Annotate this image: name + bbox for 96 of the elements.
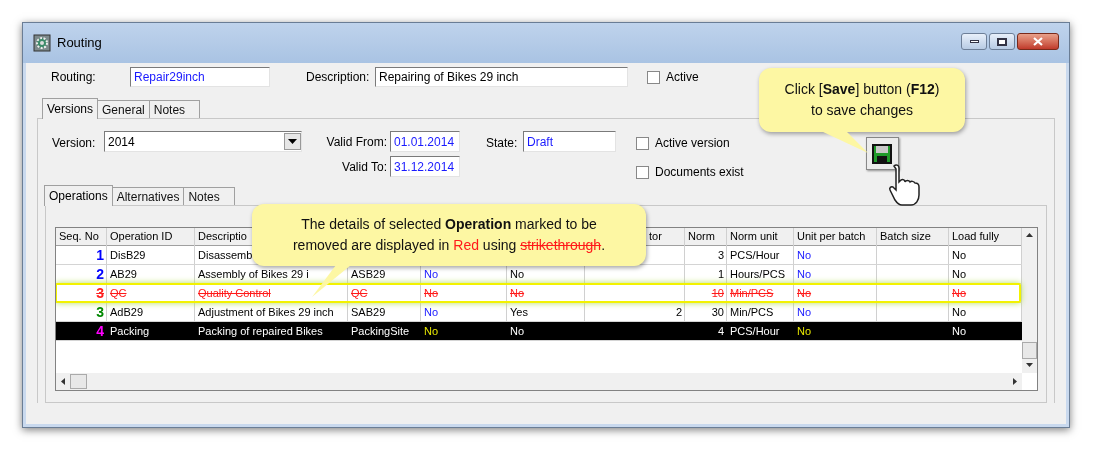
horizontal-scrollbar[interactable] xyxy=(56,373,1022,390)
table-cell-text: Packing xyxy=(110,323,150,339)
field-label: Description: xyxy=(306,69,371,86)
routing-field[interactable]: Repair29inch xyxy=(130,67,270,87)
table-cell-text: QC xyxy=(351,285,368,301)
window-title: Routing xyxy=(57,34,102,53)
selected-row[interactable]: 4 Packing Packing of repaired Bikes PackingSite No No 4 PCS/Hour No No xyxy=(56,322,1022,341)
table-cell-text: No xyxy=(797,266,812,282)
callout-text: The details of selected Operation marked to be removed are displayed in Red using strikethrough. xyxy=(292,215,606,255)
description-field[interactable]: Repairing of Bikes 29 inch xyxy=(375,67,628,87)
table-cell-text: PCS/Hour xyxy=(730,247,780,263)
gear-icon xyxy=(33,34,51,52)
table-cell-text: ASB29 xyxy=(351,266,386,282)
field-label: State: xyxy=(486,135,519,152)
table-cell-text: Quality Control xyxy=(198,285,271,301)
maximize-button[interactable] xyxy=(989,33,1015,50)
table-cell-text: No xyxy=(510,266,525,282)
table-cell: 1 xyxy=(96,248,104,262)
table-cell-text: 30 xyxy=(711,304,724,320)
checkbox[interactable] xyxy=(647,70,660,84)
table-cell-text: No xyxy=(424,266,439,282)
field-label: Routing: xyxy=(51,69,97,86)
table-cell-text: DisB29 xyxy=(110,247,146,263)
table-cell-text: 2 xyxy=(675,304,682,320)
minimize-icon xyxy=(969,40,979,43)
table-cell-text: PackingSite xyxy=(351,323,410,339)
table-cell-text: No xyxy=(424,323,439,339)
table-cell-text: AB29 xyxy=(110,266,137,282)
table-cell-text: No xyxy=(952,247,967,263)
table-cell-text: No xyxy=(797,285,812,301)
table-cell: 3 xyxy=(96,305,104,319)
scrollbar-thumb[interactable] xyxy=(1022,342,1037,359)
tab[interactable]: Versions xyxy=(42,98,99,119)
scroll-down-icon[interactable] xyxy=(1025,360,1034,370)
table-cell-text: No xyxy=(952,285,967,301)
minimize-button[interactable] xyxy=(961,33,987,50)
maximize-icon xyxy=(997,37,1007,46)
column-header[interactable]: Norm unit xyxy=(730,228,778,245)
version-dropdown[interactable]: 2014 xyxy=(104,131,302,152)
table-cell-text: AdB29 xyxy=(110,304,144,320)
table-cell-text: 4 xyxy=(717,323,724,339)
column-header[interactable]: Load fully xyxy=(952,228,1000,245)
table-cell-text: No xyxy=(510,285,525,301)
tab[interactable]: Operations xyxy=(44,185,113,206)
callout-text: Click [Save] button (F12) to save changes xyxy=(784,80,940,120)
table-cell-text: No xyxy=(424,285,439,301)
table-cell-text: Packing of repaired Bikes xyxy=(198,323,323,339)
checkbox[interactable] xyxy=(636,165,649,179)
table-cell-text: Assembly of Bikes 29 i xyxy=(198,266,309,282)
table-cell: 2 xyxy=(96,267,104,281)
table-cell-text: No xyxy=(952,323,967,339)
table-cell-text: Adjustment of Bikes 29 inch xyxy=(198,304,334,320)
table-cell-text: PCS/Hour xyxy=(730,323,780,339)
checkbox-label: Documents exist xyxy=(655,164,744,181)
table-cell-text: QC xyxy=(110,285,127,301)
field-label: Version: xyxy=(52,135,97,152)
table-cell-text: Min/PCS xyxy=(730,304,774,320)
table-cell: 4 xyxy=(96,324,104,338)
column-header[interactable]: tor xyxy=(649,228,662,245)
close-icon xyxy=(1033,37,1043,46)
table-cell-text: No xyxy=(952,304,967,320)
checkbox-label: Active xyxy=(666,69,699,86)
table-cell-text: 3 xyxy=(717,247,724,263)
table-cell-text: SAB29 xyxy=(351,304,386,320)
tab[interactable]: Notes xyxy=(183,187,235,205)
column-header[interactable]: Unit per batch xyxy=(797,228,866,245)
table-cell-text: Yes xyxy=(510,304,528,320)
column-header[interactable]: Norm xyxy=(688,228,715,245)
column-header[interactable]: Operation ID xyxy=(110,228,173,245)
table-cell-text: No xyxy=(797,247,812,263)
save-button[interactable] xyxy=(865,137,899,170)
checkbox-label: Active version xyxy=(655,135,730,152)
table-cell: 3 xyxy=(96,286,104,300)
table-cell-text: No xyxy=(797,304,812,320)
close-button[interactable] xyxy=(1017,33,1059,50)
column-header[interactable]: Seq. No xyxy=(59,228,99,245)
checkbox[interactable] xyxy=(636,136,649,150)
table-cell-text: Hours/PCS xyxy=(730,266,786,282)
table-cell-text: No xyxy=(424,304,439,320)
valid-from-field[interactable]: 01.01.2014 xyxy=(390,131,460,152)
table-cell-text: No xyxy=(510,323,525,339)
state-field[interactable]: Draft xyxy=(523,131,616,152)
floppy-disk-icon xyxy=(871,142,894,165)
tab[interactable]: Notes xyxy=(148,100,201,118)
table-cell-text: No xyxy=(952,266,967,282)
field-label: Valid To: xyxy=(341,158,388,176)
valid-to-field[interactable]: 31.12.2014 xyxy=(390,156,460,177)
table-cell-text: 10 xyxy=(711,285,724,301)
table-cell-text: No xyxy=(797,323,812,339)
table-cell-text: 1 xyxy=(717,266,724,282)
field-label: Valid From: xyxy=(325,133,388,151)
table-cell-text: Disassemb xyxy=(198,247,253,263)
table-cell-text: Min/PCS xyxy=(730,285,774,301)
scrollbar-thumb[interactable] xyxy=(70,374,87,389)
column-header[interactable]: Descriptio xyxy=(198,228,247,245)
column-header[interactable]: Batch size xyxy=(880,228,931,245)
